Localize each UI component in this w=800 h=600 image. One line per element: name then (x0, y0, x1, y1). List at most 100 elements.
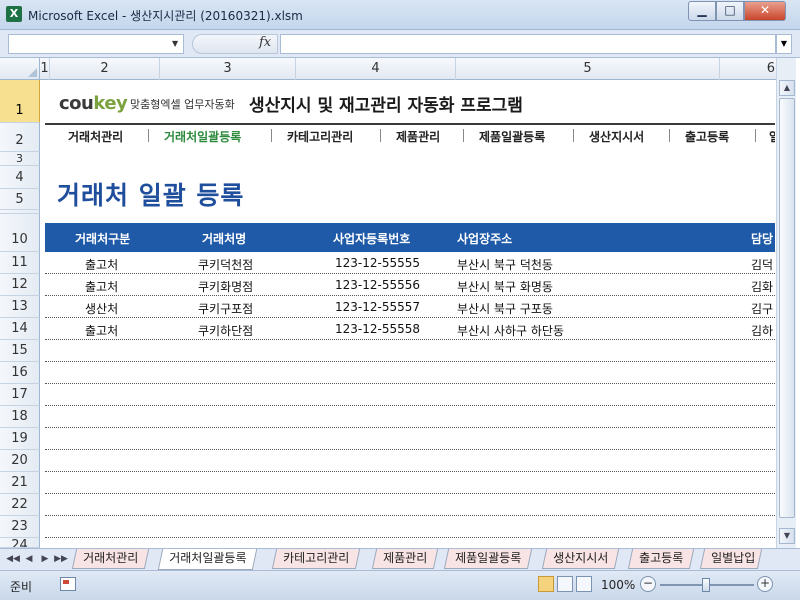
tab-daily-delivery[interactable]: 일별납입 (699, 549, 763, 569)
table-row-empty[interactable] (45, 516, 775, 538)
row-header[interactable]: 14 (0, 318, 40, 340)
table-row-empty[interactable] (45, 472, 775, 494)
tab-category-management[interactable]: 카테고리관리 (271, 549, 361, 569)
cell-manager[interactable]: 김화 (751, 278, 773, 295)
cell-type[interactable]: 출고처 (85, 278, 118, 295)
column-header[interactable]: 3 (160, 58, 296, 80)
cell-business-number[interactable]: 123-12-55555 (335, 256, 420, 270)
table-row[interactable]: 출고처 쿠키하단점 123-12-55558 부산시 사하구 하단동 김하 (45, 318, 775, 340)
row-header[interactable]: 5 (0, 189, 40, 210)
cell-type[interactable]: 출고처 (85, 256, 118, 273)
cell-address[interactable]: 부산시 사하구 하단동 (457, 322, 564, 339)
cell-name[interactable]: 쿠키화명점 (198, 278, 253, 295)
row-header[interactable]: 4 (0, 166, 40, 189)
normal-view-icon[interactable] (538, 576, 554, 592)
table-row-empty[interactable] (45, 450, 775, 472)
cell-business-number[interactable]: 123-12-55557 (335, 300, 420, 314)
next-sheet-icon[interactable]: ▶ (38, 552, 52, 566)
column-header[interactable]: 4 (296, 58, 456, 80)
chevron-down-icon[interactable]: ▼ (172, 39, 178, 48)
cell-address[interactable]: 부산시 북구 구포동 (457, 300, 553, 317)
row-header[interactable]: 17 (0, 384, 40, 406)
first-sheet-icon[interactable]: ◀◀ (6, 552, 20, 566)
column-header[interactable]: 1 (40, 58, 50, 80)
minimize-button[interactable]: ▁ (688, 1, 716, 21)
row-header[interactable]: 18 (0, 406, 40, 428)
cell-address[interactable]: 부산시 북구 화명동 (457, 278, 553, 295)
cell-type[interactable]: 출고처 (85, 322, 118, 339)
row-header[interactable]: 20 (0, 450, 40, 472)
nav-item-product-bulk-register[interactable]: 제품일괄등록 (479, 128, 545, 145)
cell-business-number[interactable]: 123-12-55556 (335, 278, 420, 292)
nav-item-category-management[interactable]: 카테고리관리 (287, 128, 353, 145)
select-all-corner[interactable] (0, 58, 40, 80)
prev-sheet-icon[interactable]: ◀ (22, 552, 36, 566)
zoom-slider-thumb[interactable] (702, 578, 710, 592)
tab-shipment-register[interactable]: 출고등록 (627, 549, 695, 569)
cell-business-number[interactable]: 123-12-55558 (335, 322, 420, 336)
nav-item-daily[interactable]: 일 (769, 128, 775, 145)
column-header[interactable]: 6 (720, 58, 780, 80)
name-box[interactable] (8, 34, 184, 54)
insert-function-icon[interactable]: fx (259, 35, 271, 50)
row-header[interactable]: 15 (0, 340, 40, 362)
nav-item-production-order[interactable]: 생산지시서 (589, 128, 644, 145)
row-header[interactable]: 22 (0, 494, 40, 516)
column-header[interactable]: 5 (456, 58, 720, 80)
tab-product-bulk-register[interactable]: 제품일괄등록 (443, 549, 533, 569)
macro-record-icon[interactable] (60, 577, 76, 591)
nav-item-client-management[interactable]: 거래처관리 (68, 128, 123, 145)
tab-product-management[interactable]: 제품관리 (371, 549, 439, 569)
formula-input[interactable] (280, 34, 776, 54)
nav-item-client-bulk-register[interactable]: 거래처일괄등록 (164, 128, 241, 145)
tab-client-bulk-register[interactable]: 거래처일괄등록 (157, 549, 258, 570)
last-sheet-icon[interactable]: ▶▶ (54, 552, 68, 566)
nav-item-shipment-register[interactable]: 출고등록 (685, 128, 729, 145)
table-row-empty[interactable] (45, 340, 775, 362)
cell-address[interactable]: 부산시 북구 덕천동 (457, 256, 553, 273)
row-header[interactable]: 1 (0, 80, 40, 123)
cell-manager[interactable]: 김하 (751, 322, 773, 339)
row-header[interactable]: 13 (0, 296, 40, 318)
row-header[interactable]: 23 (0, 516, 40, 538)
cell-manager[interactable]: 김덕 (751, 256, 773, 273)
zoom-level[interactable]: 100% (601, 578, 635, 592)
table-row-empty[interactable] (45, 384, 775, 406)
table-row[interactable]: 출고처 쿠키덕천점 123-12-55555 부산시 북구 덕천동 김덕 (45, 252, 775, 274)
row-header[interactable]: 16 (0, 362, 40, 384)
expand-formula-bar-icon[interactable]: ▼ (776, 34, 792, 54)
maximize-button[interactable]: □ (716, 1, 744, 21)
zoom-out-icon[interactable]: − (640, 576, 656, 592)
excel-icon[interactable]: X (6, 6, 22, 22)
page-layout-view-icon[interactable] (557, 576, 573, 592)
row-header[interactable]: 3 (0, 152, 40, 166)
scroll-down-button[interactable]: ▼ (779, 528, 795, 544)
tab-production-order[interactable]: 생산지시서 (541, 549, 620, 569)
cell-type[interactable]: 생산처 (85, 300, 118, 317)
column-header[interactable]: 2 (50, 58, 160, 80)
scroll-thumb[interactable] (779, 98, 795, 518)
row-header[interactable]: 21 (0, 472, 40, 494)
cell-name[interactable]: 쿠키구포점 (198, 300, 253, 317)
table-row-empty[interactable] (45, 406, 775, 428)
table-row-empty[interactable] (45, 428, 775, 450)
nav-item-product-management[interactable]: 제품관리 (396, 128, 440, 145)
row-header[interactable]: 19 (0, 428, 40, 450)
table-row[interactable]: 출고처 쿠키화명점 123-12-55556 부산시 북구 화명동 김화 (45, 274, 775, 296)
table-row-empty[interactable] (45, 362, 775, 384)
close-button[interactable]: ✕ (744, 1, 786, 21)
cell-manager[interactable]: 김구 (751, 300, 773, 317)
row-header[interactable]: 11 (0, 252, 40, 274)
row-header[interactable]: 12 (0, 274, 40, 296)
table-row[interactable]: 생산처 쿠키구포점 123-12-55557 부산시 북구 구포동 김구 (45, 296, 775, 318)
vertical-scrollbar[interactable]: ▲ ▼ (776, 58, 796, 548)
sheet-grid[interactable]: coukey 맞춤형엑셀 업무자동화 생산지시 및 재고관리 자동화 프로그램 … (41, 80, 775, 547)
zoom-in-icon[interactable]: + (757, 576, 773, 592)
tab-client-management[interactable]: 거래처관리 (71, 549, 150, 569)
scroll-up-button[interactable]: ▲ (779, 80, 795, 96)
row-header[interactable]: 2 (0, 123, 40, 152)
row-header[interactable]: 24 (0, 538, 40, 548)
row-header[interactable]: 10 (0, 214, 40, 252)
cell-name[interactable]: 쿠키하단점 (198, 322, 253, 339)
cell-name[interactable]: 쿠키덕천점 (198, 256, 253, 273)
